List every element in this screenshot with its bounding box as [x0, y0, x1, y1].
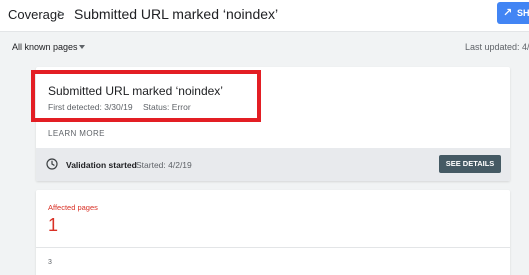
validation-status: Validation started — [66, 160, 137, 170]
affected-pages-count: 1 — [48, 215, 59, 235]
last-updated-text: Last updated: 4/1/ — [465, 42, 529, 52]
affected-pages-label: Affected pages — [48, 203, 98, 212]
highlight-annotation — [31, 70, 261, 122]
top-bar: Coverage > Submitted URL marked ‘noindex… — [0, 0, 529, 32]
chevron-down-icon[interactable] — [79, 45, 85, 49]
clock-icon — [46, 158, 58, 170]
chart-tick-label: 3 — [48, 259, 52, 266]
breadcrumb-separator: > — [57, 6, 65, 21]
page-title: Submitted URL marked ‘noindex’ — [74, 6, 279, 22]
filter-bar: All known pages Last updated: 4/1/ — [0, 33, 529, 59]
validation-bar: Validation started Started: 4/2/19 SEE D… — [36, 148, 510, 181]
see-details-button[interactable]: SEE DETAILS — [439, 155, 501, 173]
divider — [36, 247, 510, 248]
learn-more-link[interactable]: LEARN MORE — [48, 129, 105, 138]
share-button-label: SHA — [517, 8, 529, 18]
affected-pages-card: Affected pages 1 3 — [36, 190, 510, 275]
share-icon: ↗ — [503, 7, 513, 19]
share-button[interactable]: ↗ SHA — [497, 2, 529, 24]
pages-filter-dropdown[interactable]: All known pages — [12, 42, 78, 52]
validation-started-date: Started: 4/2/19 — [136, 160, 192, 170]
breadcrumb-coverage[interactable]: Coverage — [8, 7, 64, 22]
